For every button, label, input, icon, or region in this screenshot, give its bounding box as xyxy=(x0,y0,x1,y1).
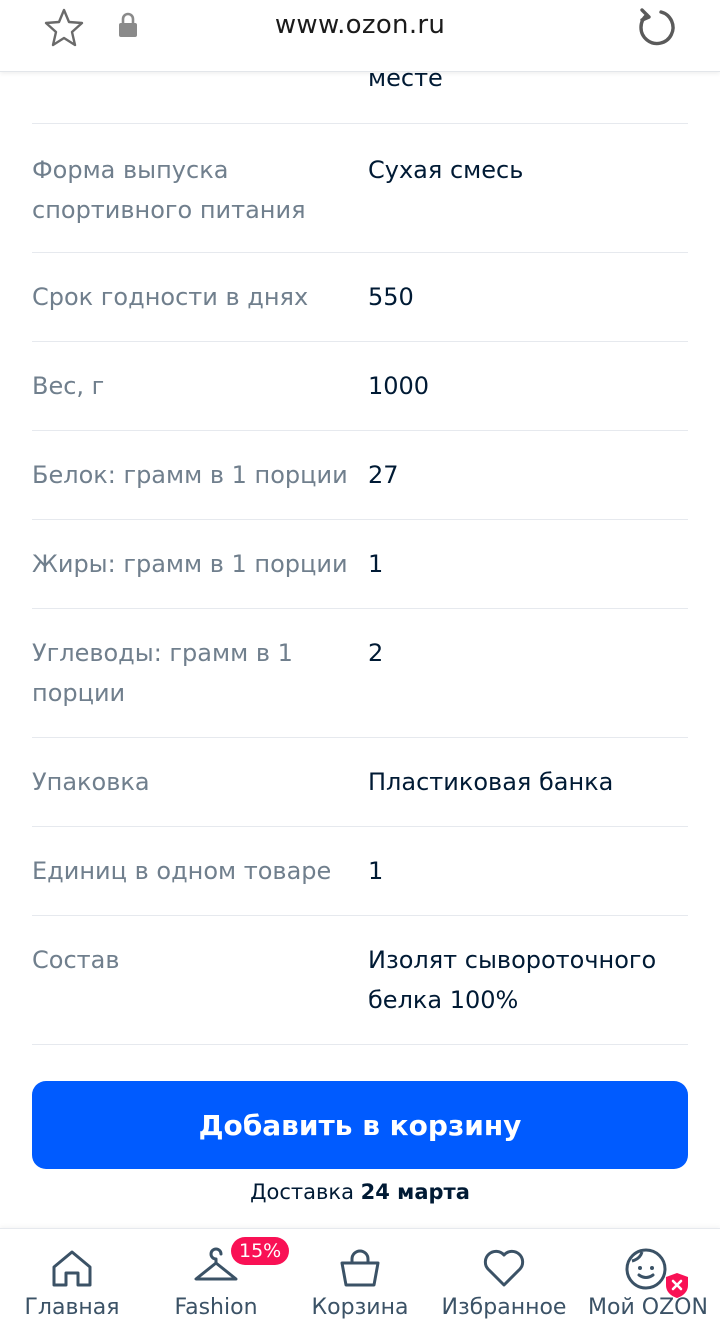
spec-label: Жиры: грамм в 1 порции xyxy=(32,550,348,578)
spec-label: Форма выпуска спортивного питания xyxy=(32,156,306,224)
nav-cart-label: Корзина xyxy=(311,1295,409,1320)
spec-label: Белок: грамм в 1 порции xyxy=(32,461,348,489)
heart-icon xyxy=(483,1249,525,1287)
spec-label: Единиц в одном товаре xyxy=(32,857,332,885)
delivery-prefix: Доставка xyxy=(250,1180,354,1204)
reload-icon[interactable] xyxy=(634,4,680,50)
spec-row: Состав Изолят сывороточного белка 100% xyxy=(32,916,688,1045)
spec-value: 1 xyxy=(368,550,384,578)
spec-value: Изолят сывороточного белка 100% xyxy=(368,946,657,1014)
spec-value: 1 xyxy=(368,857,384,885)
nav-fashion-label: Fashion xyxy=(174,1295,258,1320)
nav-favorites[interactable]: Избранное xyxy=(432,1229,576,1341)
spec-row: Форма выпуска спортивного питания Сухая … xyxy=(32,124,688,253)
spec-row: Единиц в одном товаре 1 xyxy=(32,827,688,916)
browser-address-bar: www.ozon.ru xyxy=(0,0,720,72)
delivery-info: Доставка 24 марта xyxy=(0,1180,720,1204)
nav-home-label: Главная xyxy=(24,1295,120,1320)
nav-my-ozon-label: Мой OZON xyxy=(588,1295,708,1320)
spec-row: Срок годности в днях 550 xyxy=(32,253,688,342)
spec-row: Белок: грамм в 1 порции 27 xyxy=(32,431,688,520)
spec-label: Вес, г xyxy=(32,372,105,400)
spec-value: 27 xyxy=(368,461,399,489)
spec-row: Углеводы: грамм в 1 порции 2 xyxy=(32,609,688,738)
spec-value: 2 xyxy=(368,639,384,667)
spec-value: 550 xyxy=(368,283,414,311)
spec-row: Упаковка Пластиковая банка xyxy=(32,738,688,827)
nav-favorites-label: Избранное xyxy=(441,1295,567,1320)
bottom-navigation: Главная Fashion 15% Корзина Избранное Мо… xyxy=(0,1228,720,1341)
product-specs-page: месте Форма выпуска спортивного питания … xyxy=(0,0,720,1341)
spec-row: Жиры: грамм в 1 порции 1 xyxy=(32,520,688,609)
spec-label: Углеводы: грамм в 1 порции xyxy=(32,639,293,707)
spec-label: Упаковка xyxy=(32,768,150,796)
nav-cart[interactable]: Корзина xyxy=(288,1229,432,1341)
add-to-cart-button[interactable]: Добавить в корзину xyxy=(32,1081,688,1169)
spec-label: Состав xyxy=(32,946,120,974)
spec-row: Вес, г 1000 xyxy=(32,342,688,431)
home-icon xyxy=(52,1250,92,1287)
nav-home[interactable]: Главная xyxy=(0,1229,144,1341)
nav-my-ozon[interactable]: Мой OZON xyxy=(576,1229,720,1341)
basket-icon xyxy=(340,1249,380,1287)
spec-value: Сухая смесь xyxy=(368,156,524,184)
delivery-date: 24 марта xyxy=(360,1180,470,1204)
spec-value: 1000 xyxy=(368,372,430,400)
spec-value: Пластиковая банка xyxy=(368,768,614,796)
address-url[interactable]: www.ozon.ru xyxy=(0,10,720,40)
spec-label: Срок годности в днях xyxy=(32,283,309,311)
fashion-discount-badge: 15% xyxy=(231,1237,290,1265)
